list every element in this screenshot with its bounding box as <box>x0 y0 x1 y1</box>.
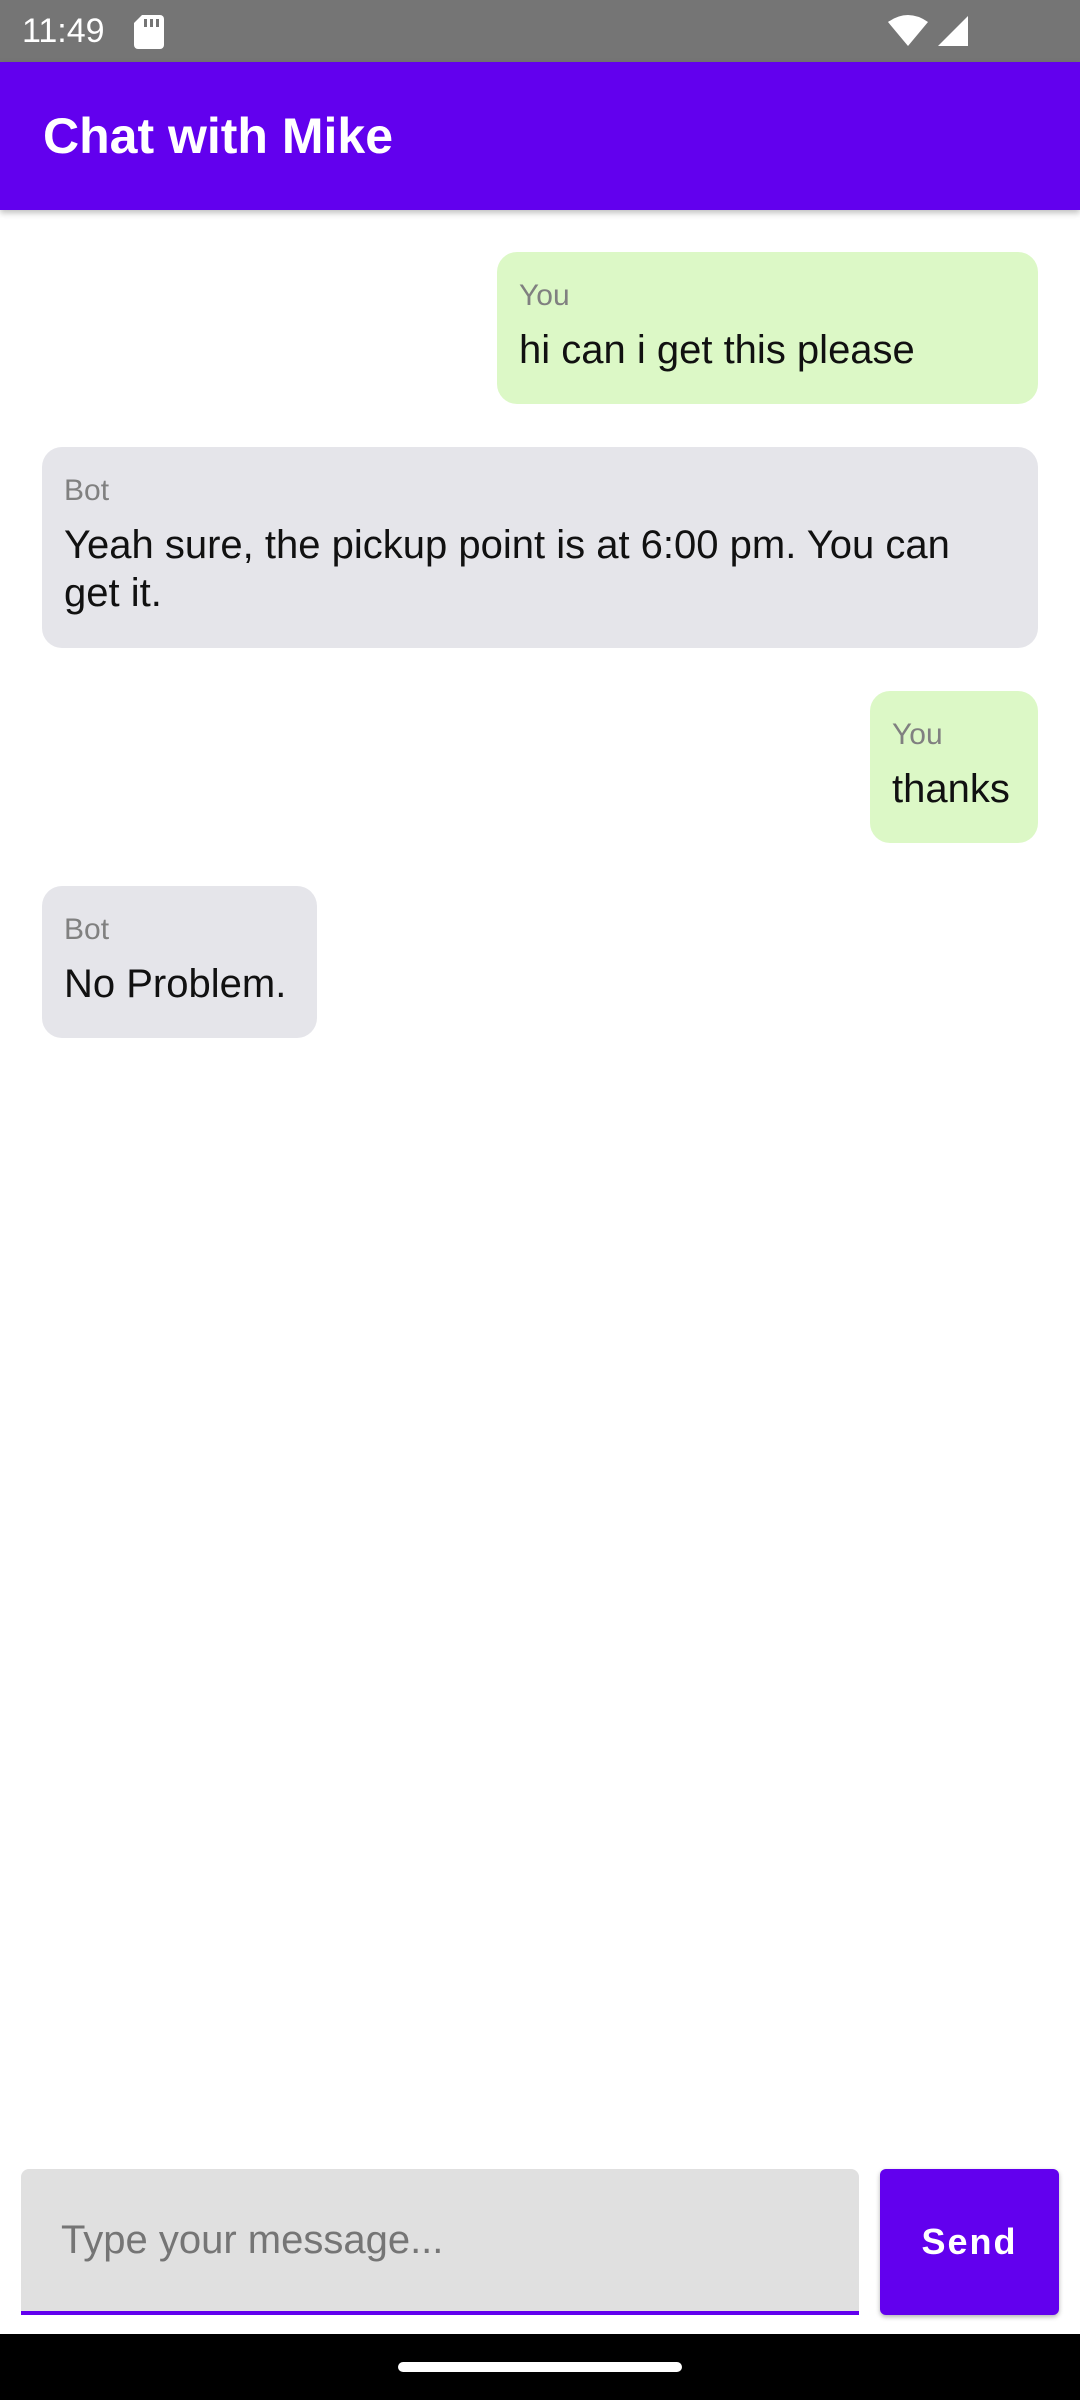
message-bubble-bot: Bot No Problem. <box>42 886 317 1038</box>
status-bar: 11:49 <box>0 0 1080 62</box>
message-bubble-bot: Bot Yeah sure, the pickup point is at 6:… <box>42 447 1038 648</box>
message-bubble-user: You thanks <box>870 691 1038 843</box>
message-text: Yeah sure, the pickup point is at 6:00 p… <box>64 523 950 615</box>
sd-card-icon <box>134 15 164 49</box>
message-text: thanks <box>892 767 1010 811</box>
message-text: hi can i get this please <box>519 328 915 372</box>
message-text: No Problem. <box>64 962 287 1006</box>
app-bar: Chat with Mike <box>0 62 1080 210</box>
send-button[interactable]: Send <box>880 2169 1059 2315</box>
message-sender: Bot <box>64 474 110 507</box>
page-title: Chat with Mike <box>43 108 394 164</box>
message-bubble-user: You hi can i get this please <box>497 252 1038 404</box>
message-input[interactable] <box>21 2169 859 2315</box>
home-gesture-handle[interactable] <box>398 2362 682 2372</box>
wifi-icon <box>888 15 928 46</box>
signal-icon <box>938 16 968 46</box>
message-sender: Bot <box>64 913 110 946</box>
message-sender: You <box>519 279 570 312</box>
message-sender: You <box>892 718 943 751</box>
status-time: 11:49 <box>22 12 105 50</box>
